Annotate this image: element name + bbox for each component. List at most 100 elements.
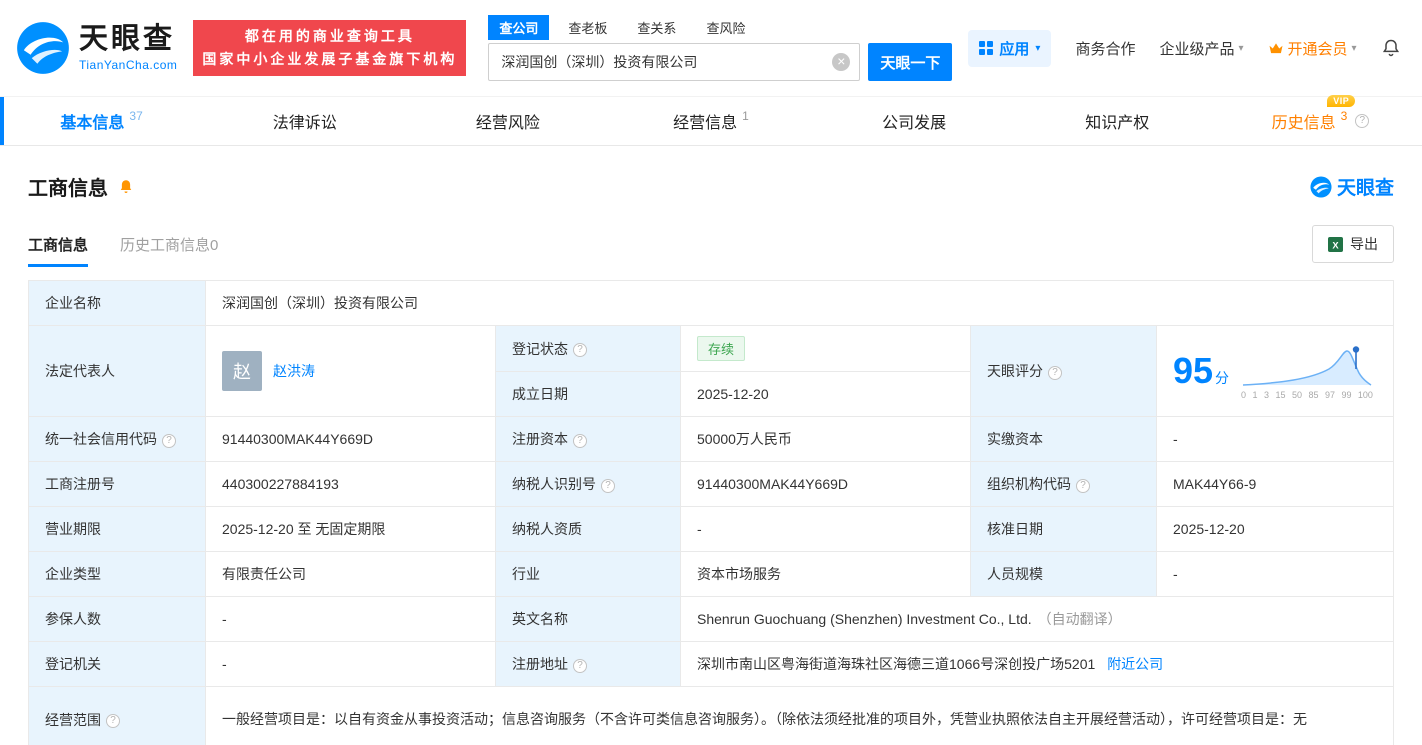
tick-label: 99 [1341,390,1351,400]
field-value-business-term: 2025-12-20 至 无固定期限 [206,507,496,552]
tick-label: 0 [1241,390,1246,400]
field-label-reg-authority: 登记机关 [29,642,206,687]
field-value-industry: 资本市场服务 [681,552,971,597]
enterprise-label: 企业级产品 [1159,38,1234,59]
brand-name: 天眼查 [79,24,177,56]
tab-operational-risk[interactable]: 经营风险 [406,97,609,145]
field-value-paid-capital: - [1157,417,1394,462]
help-icon[interactable]: ? [1048,366,1062,380]
tab-legal-proceedings[interactable]: 法律诉讼 [203,97,406,145]
field-label-reg-number: 工商注册号 [29,462,206,507]
tab-company-development[interactable]: 公司发展 [813,97,1016,145]
legal-rep-link[interactable]: 赵洪涛 [273,361,315,381]
crown-icon [1268,42,1284,55]
table-row: 企业名称 深润国创（深圳）投资有限公司 [29,281,1394,326]
table-row: 法定代表人 赵 赵洪涛 登记状态? 存续 天眼评分? [29,326,1394,372]
field-value-company-type: 有限责任公司 [206,552,496,597]
tick-label: 15 [1276,390,1286,400]
search-tab-company[interactable]: 查公司 [488,15,549,40]
export-button[interactable]: X 导出 [1312,225,1394,263]
search-button[interactable]: 天眼一下 [868,43,952,81]
table-row: 经营范围? 一般经营项目是：以自有资金从事投资活动；信息咨询服务（不含许可类信息… [29,687,1394,745]
search-area: 查公司 查老板 查关系 查风险 × 天眼一下 [488,15,952,81]
tick-label: 85 [1308,390,1318,400]
field-value-english-name: Shenrun Guochuang (Shenzhen) Investment … [681,597,1394,642]
field-value-staff-size: - [1157,552,1394,597]
apps-menu[interactable]: 应用 ▾ [968,30,1051,67]
field-value-reg-number: 440300227884193 [206,462,496,507]
tab-history-info[interactable]: 历史信息 3 VIP ? [1219,97,1422,145]
field-value-org-code: MAK44Y66-9 [1157,462,1394,507]
field-label-business-term: 营业期限 [29,507,206,552]
help-icon[interactable]: ? [106,714,120,728]
search-input-wrap: × [488,43,860,81]
search-row: × 天眼一下 [488,43,952,81]
field-value-reg-capital: 50000万人民币 [681,417,971,462]
field-label-company-name: 企业名称 [29,281,206,326]
tab-label: 知识产权 [1085,109,1149,133]
help-icon[interactable]: ? [601,479,615,493]
tick-label: 3 [1264,390,1269,400]
table-row: 登记机关 - 注册地址? 深圳市南山区粤海街道海珠社区海德三道1066号深创投广… [29,642,1394,687]
tab-business-info[interactable]: 经营信息 1 [609,97,812,145]
field-value-business-scope: 一般经营项目是：以自有资金从事投资活动；信息咨询服务（不含许可类信息咨询服务）。… [206,687,1394,745]
legal-rep-avatar: 赵 [222,351,262,391]
english-name-text: Shenrun Guochuang (Shenzhen) Investment … [697,611,1032,627]
search-tabs: 查公司 查老板 查关系 查风险 [488,15,952,40]
nav-enterprise-products[interactable]: 企业级产品 ▾ [1159,38,1243,59]
apps-grid-icon [979,41,993,55]
help-icon[interactable]: ? [573,434,587,448]
help-icon[interactable]: ? [573,659,587,673]
excel-icon: X [1328,237,1343,252]
main-content: 工商信息 天眼查 工商信息 历史工商信息0 [0,172,1422,745]
score-unit: 分 [1215,370,1229,386]
subtab-business-info[interactable]: 工商信息 [28,234,88,267]
field-label-legal-rep: 法定代表人 [29,326,206,417]
tick-label: 97 [1325,390,1335,400]
nav-vip-upgrade[interactable]: 开通会员 ▾ [1268,38,1357,59]
field-value-company-name: 深润国创（深圳）投资有限公司 [206,281,1394,326]
tab-basic-info[interactable]: 基本信息 37 [0,97,203,145]
tab-count: 3 [1341,109,1348,123]
nav-business-cooperation[interactable]: 商务合作 [1075,38,1135,59]
help-icon[interactable]: ? [1076,479,1090,493]
tab-intellectual-property[interactable]: 知识产权 [1016,97,1219,145]
subtab-history-business-info[interactable]: 历史工商信息0 [120,234,218,267]
field-value-taxpayer-quality: - [681,507,971,552]
field-label-reg-status: 登记状态? [496,326,681,372]
field-label-reg-address: 注册地址? [496,642,681,687]
field-value-establish-date: 2025-12-20 [681,372,971,417]
field-value-legal-rep: 赵 赵洪涛 [206,326,496,417]
table-row: 统一社会信用代码? 91440300MAK44Y669D 注册资本? 50000… [29,417,1394,462]
nearby-companies-link[interactable]: 附近公司 [1107,656,1163,672]
field-label-approval-date: 核准日期 [971,507,1157,552]
field-label-taxpayer-id: 纳税人识别号? [496,462,681,507]
search-tab-boss[interactable]: 查老板 [557,15,618,40]
field-label-english-name: 英文名称 [496,597,681,642]
tab-label: 历史信息 [1272,109,1336,133]
tab-label: 基本信息 [60,109,124,133]
tab-count: 1 [742,109,749,123]
help-icon[interactable]: ? [1355,114,1369,128]
field-label-org-code: 组织机构代码? [971,462,1157,507]
auto-translate-note: （自动翻译） [1038,611,1122,627]
help-icon[interactable]: ? [573,343,587,357]
notification-bell[interactable] [1381,38,1401,58]
help-icon[interactable]: ? [162,434,176,448]
export-label: 导出 [1350,234,1378,254]
tab-count: 37 [129,109,142,123]
svg-text:X: X [1332,240,1339,250]
tab-label: 经营风险 [476,109,540,133]
field-label-paid-capital: 实缴资本 [971,417,1157,462]
search-input[interactable] [488,43,860,81]
search-tab-risk[interactable]: 查风险 [695,15,756,40]
header-nav: 应用 ▾ 商务合作 企业级产品 ▾ 开通会员 ▾ 费米 [968,30,1422,67]
search-tab-relation[interactable]: 查关系 [626,15,687,40]
field-value-reg-status: 存续 [681,326,971,372]
caret-down-icon: ▾ [1352,43,1357,54]
table-row: 企业类型 有限责任公司 行业 资本市场服务 人员规模 - [29,552,1394,597]
subscribe-bell-icon[interactable] [117,178,135,196]
field-label-company-type: 企业类型 [29,552,206,597]
tianyancha-logo[interactable]: 天眼查 TianYanCha.com [16,21,177,75]
clear-search-icon[interactable]: × [832,53,850,71]
